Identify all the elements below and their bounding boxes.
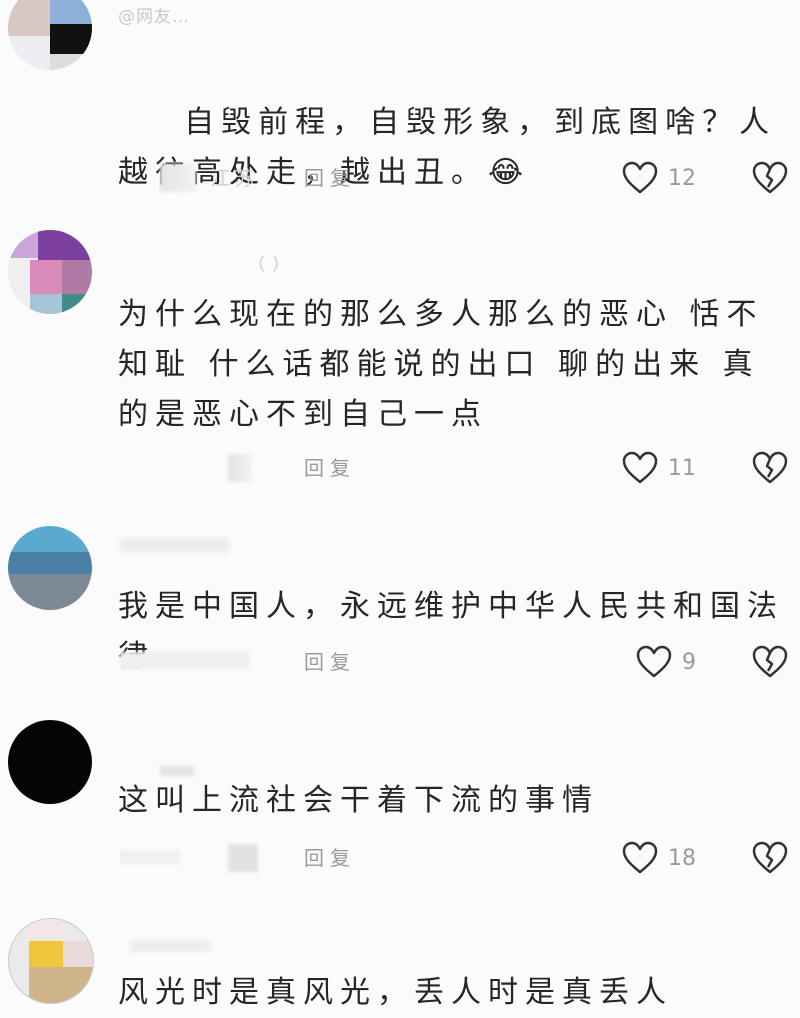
like-button[interactable]: 11 [622,448,696,488]
broken-heart-icon [752,645,788,679]
reply-button[interactable]: 回复 [304,452,356,481]
avatar[interactable] [8,720,92,804]
heart-outline-icon [636,645,672,679]
heart-outline-icon [622,161,658,195]
comment-actions: 回复 18 [0,838,800,878]
location-label: 江苏 [210,166,258,190]
like-count: 11 [668,455,696,481]
reply-button[interactable]: 回复 [304,842,356,871]
like-count: 12 [668,165,696,191]
comment-actions: 回复 11 [0,448,800,488]
username[interactable]: （ ） [248,250,290,275]
comment-text: 自毁前程，自毁形象，到底图啥？人越往高处走，越出丑。😂 [118,48,788,248]
heart-outline-icon [622,451,658,485]
comment-actions: 江苏 回复 12 [0,158,800,198]
like-count: 9 [682,649,696,675]
comment-text: 为什么现在的那么多人那么的恶心 恬不知耻 什么话都能说的出口 聊的出来 真的是恶… [118,297,764,432]
comment-actions: 回复 9 [0,642,800,682]
dislike-button[interactable] [752,644,788,680]
dislike-button[interactable] [752,450,788,486]
reply-button[interactable]: 回复 [304,646,356,675]
dislike-button[interactable] [752,160,788,196]
broken-heart-icon [752,161,788,195]
blurred-username [160,164,196,192]
dislike-button[interactable] [752,840,788,876]
avatar[interactable] [8,526,92,610]
like-button[interactable]: 18 [622,838,696,878]
blurred-username [120,538,230,552]
blurred-username [228,454,252,482]
comment-text: 风光时是真风光，丢人时是真丢人 [118,975,673,1010]
username[interactable]: @网友… [118,2,190,27]
broken-heart-icon [752,841,788,875]
blurred-username [228,844,258,872]
like-button[interactable]: 9 [636,642,696,682]
blurred-username [160,766,194,776]
reply-button[interactable]: 回复 [304,162,356,191]
blurred-username [120,850,180,864]
broken-heart-icon [752,451,788,485]
blurred-username [130,940,210,952]
heart-outline-icon [622,841,658,875]
like-count: 18 [668,845,696,871]
like-button[interactable]: 12 [622,158,696,198]
avatar[interactable] [8,918,94,1004]
avatar[interactable] [8,230,92,314]
avatar[interactable] [8,0,92,70]
blurred-username [120,652,250,670]
comment-text: 这叫上流社会干着下流的事情 [118,783,599,818]
